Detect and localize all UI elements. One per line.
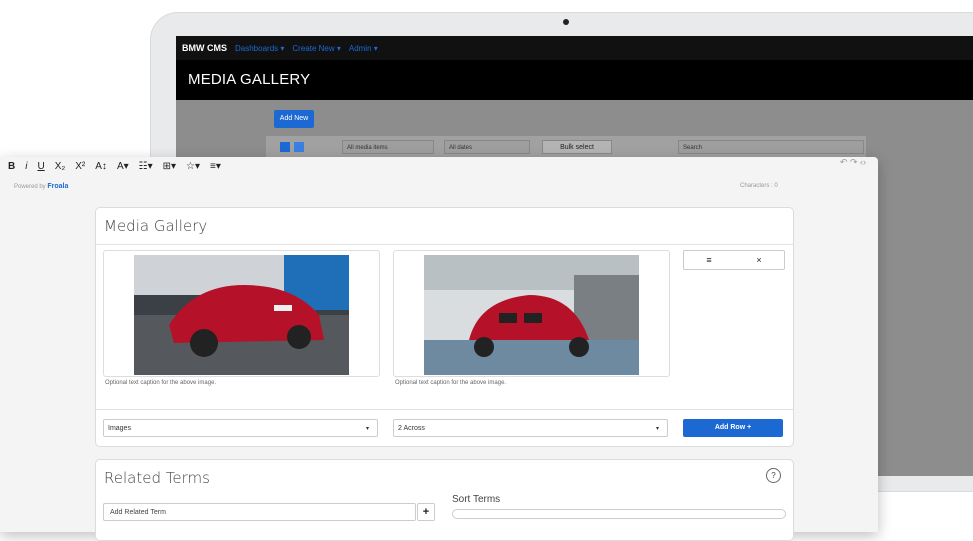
powered-by-text: Powered by <box>14 184 46 190</box>
add-new-button[interactable]: Add New <box>274 110 314 128</box>
related-terms-title: Related Terms <box>104 469 210 487</box>
sort-terms-label: Sort Terms <box>452 494 501 505</box>
top-navbar: BMW CMS Dashboards ▾ Create New ▾ Admin … <box>176 36 973 60</box>
froala-brand[interactable]: Froala <box>47 183 68 190</box>
media-search-placeholder: Search <box>683 145 703 151</box>
gallery-image-2 <box>424 255 639 375</box>
gallery-image-1-frame[interactable] <box>103 250 380 377</box>
bulk-select-button[interactable]: Bulk select <box>542 140 612 154</box>
superscript-button[interactable]: X² <box>75 161 85 172</box>
media-type-dropdown-value: Images <box>108 425 131 432</box>
align-button[interactable]: ≡▾ <box>210 161 221 172</box>
nav-admin[interactable]: Admin ▾ <box>349 44 378 53</box>
font-size-button[interactable]: A↕ <box>95 161 107 172</box>
title-divider <box>96 244 793 245</box>
underline-button[interactable]: U <box>37 161 44 172</box>
media-gallery-card: Media Gallery Optional text caption for … <box>95 207 794 447</box>
media-search-input[interactable]: Search <box>678 140 864 154</box>
footer-divider <box>96 409 793 410</box>
add-row-button[interactable]: Add Row + <box>683 419 783 437</box>
text-color-button[interactable]: A▾ <box>117 161 129 172</box>
help-icon[interactable]: ? <box>766 468 781 483</box>
media-filter-bar: All media items All dates Bulk select Se… <box>266 136 866 158</box>
subscript-button[interactable]: X₂ <box>55 161 66 172</box>
add-related-term-input[interactable]: Add Related Term <box>103 503 416 521</box>
table-button[interactable]: ⊞▾ <box>163 161 176 172</box>
editor-panel: B i U X₂ X² A↕ A▾ ☷▾ ⊞▾ ☆▾ ≡▾ ↶ ↷ ‹› Pow… <box>0 157 878 541</box>
italic-button[interactable]: i <box>25 161 27 172</box>
powered-by-label: Powered by Froala <box>14 183 68 190</box>
nav-create-new[interactable]: Create New ▾ <box>292 44 340 53</box>
sort-terms-box[interactable] <box>452 509 786 519</box>
list-view-icon[interactable] <box>280 142 290 152</box>
reorder-icon[interactable]: ≡ <box>684 251 734 269</box>
bold-button[interactable]: B <box>8 161 15 172</box>
media-gallery-title: Media Gallery <box>104 217 208 235</box>
media-type-select-label: All media items <box>347 145 388 151</box>
layout-dropdown-value: 2 Across <box>398 425 425 432</box>
chevron-down-icon: ▾ <box>655 426 659 432</box>
row-controls: ≡ × <box>683 250 785 270</box>
add-term-button[interactable]: + <box>417 503 435 521</box>
undo-redo-code-buttons[interactable]: ↶ ↷ ‹› <box>840 157 866 168</box>
chevron-down-icon: ▾ <box>365 426 369 432</box>
image-2-caption[interactable]: Optional text caption for the above imag… <box>395 380 506 386</box>
rich-text-toolbar: B i U X₂ X² A↕ A▾ ☷▾ ⊞▾ ☆▾ ≡▾ <box>8 157 788 175</box>
paragraph-format-button[interactable]: ☷▾ <box>139 161 153 172</box>
grid-view-icon[interactable] <box>294 142 304 152</box>
date-filter-select[interactable]: All dates <box>444 140 530 154</box>
layout-dropdown[interactable]: 2 Across ▾ <box>393 419 668 437</box>
media-type-select[interactable]: All media items <box>342 140 434 154</box>
page-title: MEDIA GALLERY <box>176 60 973 100</box>
close-icon[interactable]: × <box>734 251 784 269</box>
camera-dot <box>563 19 569 25</box>
character-count: Characters : 0 <box>740 183 778 189</box>
media-type-dropdown[interactable]: Images ▾ <box>103 419 378 437</box>
related-terms-card: Related Terms ? Add Related Term + Sort … <box>95 459 794 541</box>
image-1-caption[interactable]: Optional text caption for the above imag… <box>105 380 216 386</box>
nav-dashboards[interactable]: Dashboards ▾ <box>235 44 284 53</box>
gallery-image-1 <box>134 255 349 375</box>
brand-label: BMW CMS <box>182 43 227 53</box>
date-filter-select-label: All dates <box>449 145 473 151</box>
special-chars-button[interactable]: ☆▾ <box>186 161 200 172</box>
gallery-image-2-frame[interactable] <box>393 250 670 377</box>
